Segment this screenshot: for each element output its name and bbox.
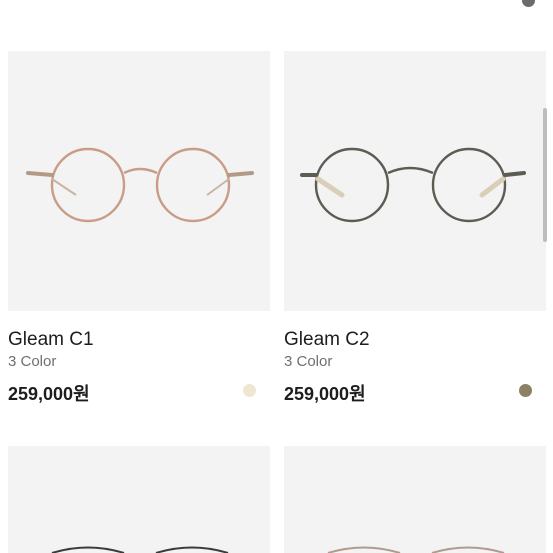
product-name[interactable]: Gleam C1 <box>8 329 94 351</box>
product-name[interactable]: Gleam C2 <box>284 329 370 351</box>
product-image[interactable] <box>284 446 546 553</box>
eyeglasses-icon <box>327 546 505 553</box>
product-card[interactable] <box>0 446 276 553</box>
product-image[interactable] <box>8 446 270 553</box>
product-color-count: 3 Color <box>8 353 57 370</box>
product-price: 259,000원 <box>284 384 366 404</box>
product-card[interactable] <box>276 446 553 553</box>
eyeglasses-icon <box>26 147 254 223</box>
eyeglasses-icon <box>300 147 526 223</box>
scrollbar[interactable] <box>543 108 547 242</box>
color-swatch[interactable] <box>243 384 256 397</box>
color-swatch[interactable] <box>519 384 532 397</box>
product-image[interactable] <box>8 51 270 311</box>
product-color-count: 3 Color <box>284 353 333 370</box>
product-card[interactable]: Gleam C2 3 Color 259,000원 <box>276 0 553 420</box>
product-image[interactable] <box>284 51 546 311</box>
product-card[interactable]: Gleam C1 3 Color 259,000원 <box>0 0 276 420</box>
product-price: 259,000원 <box>8 384 90 404</box>
eyeglasses-icon <box>51 546 229 553</box>
